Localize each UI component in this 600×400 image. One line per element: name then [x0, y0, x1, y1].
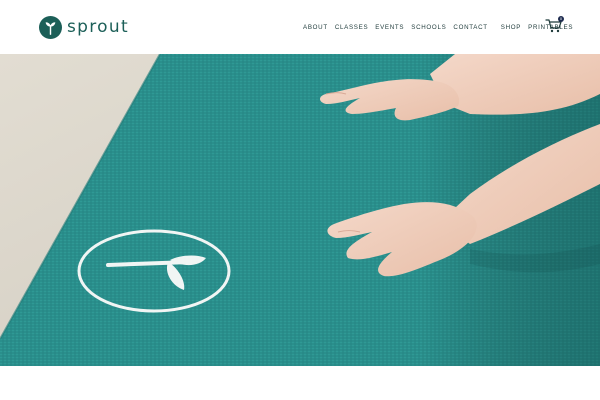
cart-button[interactable]: 0	[545, 16, 564, 34]
nav-link-about[interactable]: ABOUT	[303, 24, 328, 31]
nav-link-shop[interactable]: SHOP	[501, 24, 521, 31]
main-nav: ABOUT CLASSES EVENTS SCHOOLS CONTACT SHO…	[303, 22, 573, 34]
nav-link-events[interactable]: EVENTS	[375, 24, 404, 31]
nav-link-schools[interactable]: SCHOOLS	[411, 24, 446, 31]
sprout-logo-icon	[39, 15, 62, 39]
site-header: sprout ABOUT CLASSES EVENTS SCHOOLS CONT…	[0, 0, 600, 54]
brand-name: sprout	[67, 16, 129, 37]
nav-link-classes[interactable]: CLASSES	[335, 24, 368, 31]
brand-logo[interactable]: sprout	[39, 15, 129, 39]
hero-image	[0, 54, 600, 366]
nav-link-contact[interactable]: CONTACT	[453, 24, 487, 31]
cart-count-badge: 0	[558, 16, 564, 22]
page-content-below-hero	[0, 366, 600, 400]
